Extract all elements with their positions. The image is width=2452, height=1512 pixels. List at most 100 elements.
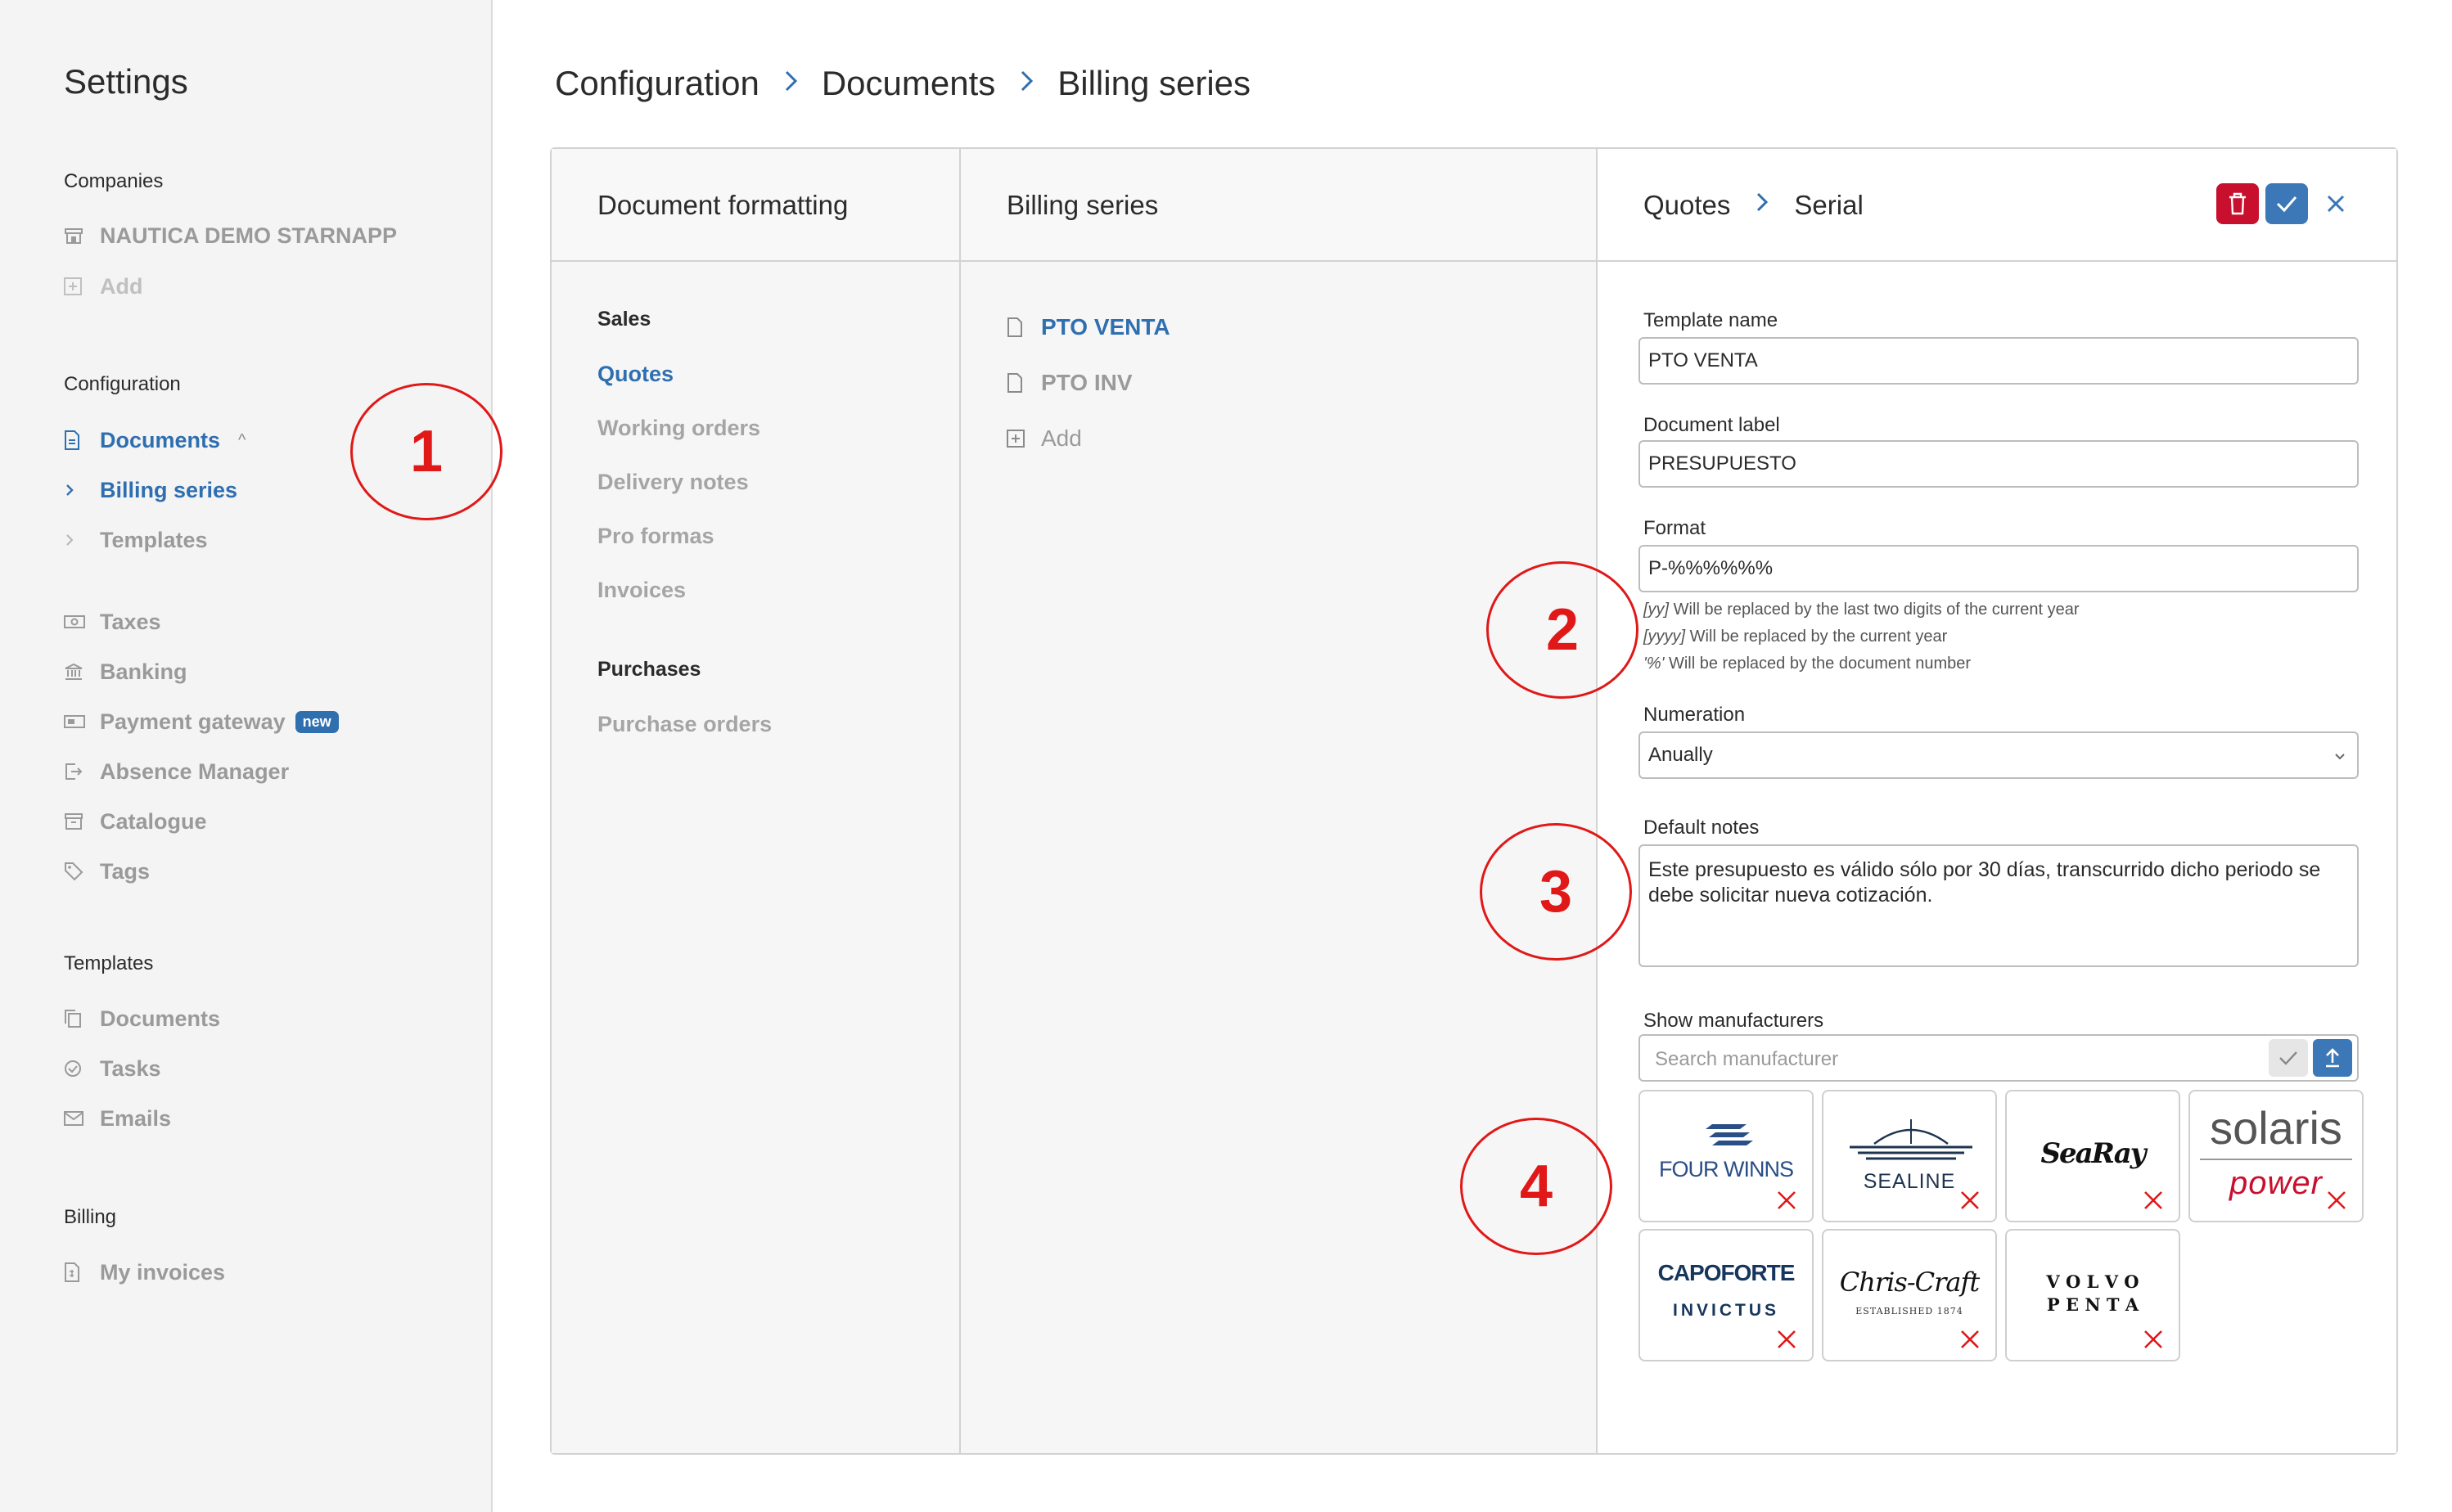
remove-icon[interactable]: [2141, 1188, 2166, 1213]
section-templates: Templates: [64, 952, 154, 974]
sidebar-title: Settings: [64, 62, 188, 101]
billing-series-header: Billing series: [961, 149, 1596, 262]
format-hint-percent: '%' Will be replaced by the document num…: [1643, 655, 1971, 673]
catalogue-label: Catalogue: [100, 808, 207, 834]
editor-breadcrumb: Quotes Serial: [1643, 190, 1864, 221]
search-placeholder: Search manufacturer: [1655, 1048, 1839, 1070]
remove-icon[interactable]: [2324, 1188, 2349, 1213]
sealine-logo-icon: [1850, 1119, 1972, 1160]
absence-label: Absence Manager: [100, 758, 290, 784]
section-companies: Companies: [64, 170, 164, 192]
breadcrumb-documents[interactable]: Documents: [822, 64, 995, 103]
capoforte-name: CAPOFORTE: [1657, 1260, 1796, 1285]
payment-icon: [64, 709, 100, 734]
fmt-item-working-orders[interactable]: Working orders: [597, 416, 760, 441]
editor-header: Quotes Serial: [1598, 149, 2396, 262]
taxes-label: Taxes: [100, 609, 161, 634]
tpl-emails-label: Emails: [100, 1105, 172, 1131]
annotation-4: 4: [1460, 1118, 1612, 1255]
main-panel: Document formatting Sales Quotes Working…: [550, 147, 2398, 1455]
fmt-item-delivery-notes[interactable]: Delivery notes: [597, 470, 749, 495]
sidebar-item-tpl-emails[interactable]: Emails: [64, 1102, 171, 1135]
chevron-right-icon: [782, 65, 799, 102]
manufacturer-card-chriscraft: Chris-Craft ESTABLISHED 1874: [1822, 1229, 1997, 1361]
file-icon: [1007, 373, 1041, 393]
document-formatting-title: Document formatting: [597, 190, 849, 220]
template-name-input[interactable]: PTO VENTA: [1638, 337, 2359, 385]
tags-label: Tags: [100, 858, 151, 884]
plus-square-icon: [64, 274, 100, 299]
serial-editor-column: Quotes Serial Template name PTO VENTA Do…: [1598, 149, 2396, 1453]
sidebar-item-tpl-documents[interactable]: Documents: [64, 1002, 220, 1035]
sidebar-item-tpl-tasks[interactable]: Tasks: [64, 1052, 161, 1085]
sidebar: Settings Companies NAUTICA DEMO STARNAPP…: [0, 0, 493, 1512]
store-icon: [64, 223, 100, 248]
purchases-section-label: Purchases: [597, 658, 701, 681]
document-label-label: Document label: [1643, 414, 1780, 436]
add-series-button[interactable]: Add: [1007, 422, 1082, 455]
manufacturer-card-sealine: SEALINE: [1822, 1090, 1997, 1222]
sidebar-item-catalogue[interactable]: Catalogue: [64, 805, 207, 838]
format-input[interactable]: P-%%%%%%: [1638, 545, 2359, 592]
sidebar-item-banking[interactable]: Banking: [64, 655, 187, 688]
sidebar-item-taxes[interactable]: Taxes: [64, 605, 161, 638]
close-button[interactable]: [2315, 183, 2357, 224]
remove-icon[interactable]: [1774, 1188, 1799, 1213]
fmt-item-quotes[interactable]: Quotes: [597, 362, 674, 387]
hint-text: Will be replaced by the document number: [1664, 655, 1972, 673]
document-label-input[interactable]: PRESUPUESTO: [1638, 440, 2359, 488]
add-label: Add: [1041, 425, 1082, 451]
exit-icon: [64, 759, 100, 784]
show-manufacturers-label: Show manufacturers: [1643, 1010, 1824, 1032]
sidebar-item-company[interactable]: NAUTICA DEMO STARNAPP: [64, 219, 397, 252]
document-icon: [64, 428, 100, 452]
manufacturer-search[interactable]: Search manufacturer: [1638, 1034, 2359, 1082]
breadcrumb-configuration[interactable]: Configuration: [555, 64, 759, 103]
manufacturer-card-fourwinns: FOUR WINNS: [1638, 1090, 1814, 1222]
hint-text: Will be replaced by the last two digits …: [1669, 601, 2080, 619]
sidebar-item-absence-manager[interactable]: Absence Manager: [64, 755, 289, 788]
select-all-button[interactable]: [2269, 1039, 2308, 1077]
sidebar-item-my-invoices[interactable]: My invoices: [64, 1256, 225, 1289]
hint-code: [yyyy]: [1643, 628, 1686, 646]
breadcrumb: Configuration Documents Billing series: [555, 61, 1251, 106]
default-notes-textarea[interactable]: Este presupuesto es válido sólo por 30 d…: [1638, 844, 2359, 967]
chriscraft-sub: ESTABLISHED 1874: [1855, 1306, 1963, 1316]
sidebar-item-tags[interactable]: Tags: [64, 855, 150, 888]
sidebar-item-templates-sub[interactable]: Templates: [64, 524, 208, 556]
delete-button[interactable]: [2216, 183, 2259, 224]
mail-icon: [64, 1106, 100, 1131]
plus-square-icon: [1007, 430, 1041, 448]
series-label: PTO VENTA: [1041, 314, 1170, 340]
upload-button[interactable]: [2313, 1039, 2352, 1077]
save-button[interactable]: [2265, 183, 2308, 224]
check-icon: [2279, 1051, 2297, 1065]
sidebar-item-billing-series[interactable]: Billing series: [64, 474, 237, 506]
numeration-select[interactable]: Anually: [1638, 731, 2359, 779]
upload-icon: [2326, 1048, 2339, 1068]
series-label: PTO INV: [1041, 370, 1133, 395]
solaris-name: solaris: [2210, 1102, 2342, 1154]
remove-icon[interactable]: [1958, 1327, 1982, 1352]
manufacturer-card-solaris: solaris power: [2188, 1090, 2364, 1222]
chevron-right-icon: [64, 528, 100, 552]
remove-icon[interactable]: [1774, 1327, 1799, 1352]
file-icon: [1007, 317, 1041, 337]
fmt-item-purchase-orders[interactable]: Purchase orders: [597, 712, 772, 737]
series-item-pto-inv[interactable]: PTO INV: [1007, 367, 1133, 399]
hint-text: Will be replaced by the current year: [1685, 628, 1948, 646]
sidebar-item-payment-gateway[interactable]: Payment gateway new: [64, 705, 339, 738]
copy-icon: [64, 1006, 100, 1031]
sidebar-item-documents[interactable]: Documents ^: [64, 424, 246, 457]
volvo-line2: P E N T A: [2046, 1294, 2139, 1315]
editor-crumb-quotes[interactable]: Quotes: [1643, 190, 1730, 221]
numeration-value: Anually: [1648, 744, 1713, 766]
fmt-item-invoices[interactable]: Invoices: [597, 578, 686, 603]
remove-icon[interactable]: [1958, 1188, 1982, 1213]
chevron-right-icon: [1018, 65, 1034, 102]
templates-sub-label: Templates: [100, 527, 208, 552]
fmt-item-pro-formas[interactable]: Pro formas: [597, 524, 714, 549]
remove-icon[interactable]: [2141, 1327, 2166, 1352]
add-company-button[interactable]: Add: [64, 270, 142, 303]
series-item-pto-venta[interactable]: PTO VENTA: [1007, 311, 1170, 344]
